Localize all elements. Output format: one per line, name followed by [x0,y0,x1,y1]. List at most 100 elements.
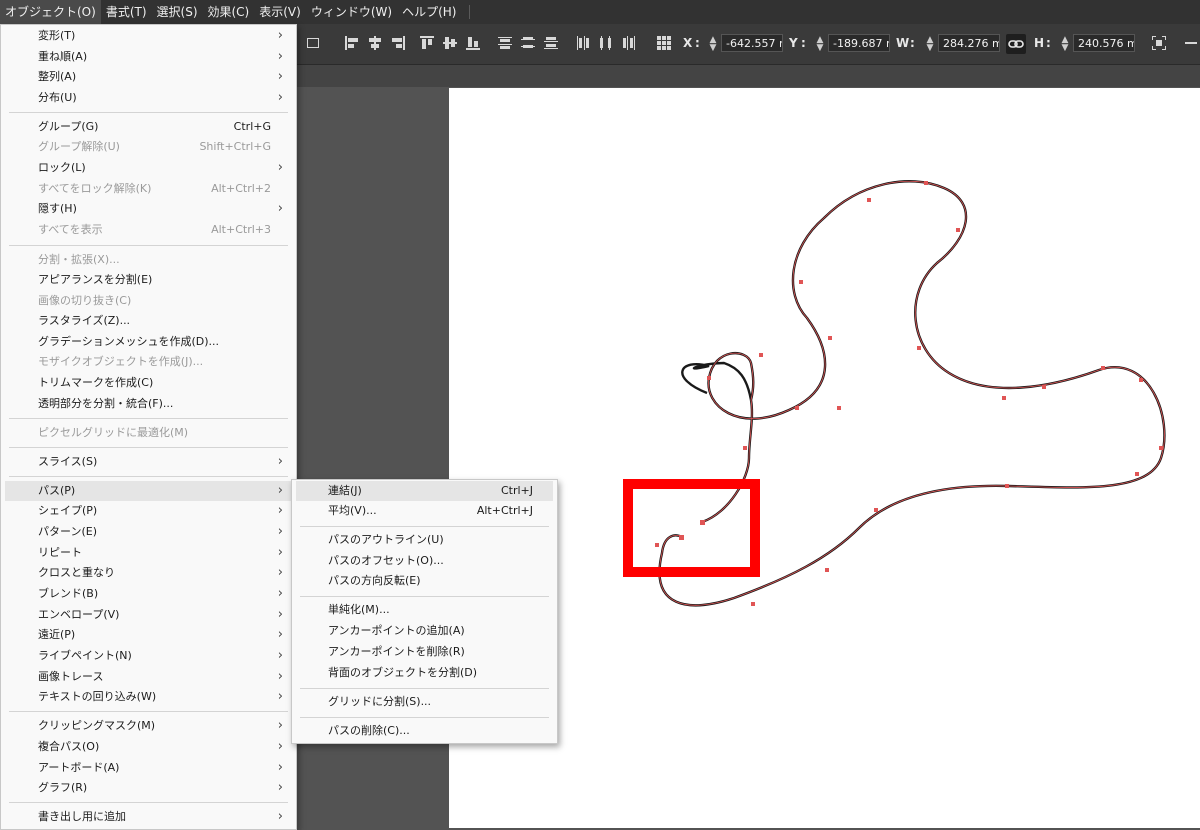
object-menu-item: すべてをロック解除(K) Alt+Ctrl+2 [5,179,292,199]
object-menu-item-label: アートボード(A) [38,761,120,774]
object-menu-item[interactable]: ロック(L) › [5,158,292,178]
path-submenu-item[interactable]: アンカーポイントを削除(R) [296,642,553,662]
path-submenu-item[interactable]: 連結(J) Ctrl+J [296,481,553,501]
object-menu-item[interactable]: ラスタライズ(Z)... [5,311,292,331]
object-menu-item[interactable]: 変形(T) › [5,26,292,46]
distribute-left-icon[interactable] [575,35,591,51]
object-menu: 変形(T) › 重ね順(A) › 整列(A) › 分布(U) › グループ(G) Ctrl+G グル… [0,24,297,830]
object-menu-item[interactable]: パス(P) › [5,481,292,501]
menu-separator [9,447,288,448]
object-menu-item[interactable]: 分布(U) › [5,88,292,108]
object-menu-item[interactable]: テキストの回り込み(W) › [5,687,292,707]
object-menu-item[interactable]: 遠近(P) › [5,625,292,645]
object-menu-item-label: ロック(L) [38,161,86,174]
distribute-horizontal-center-icon[interactable] [598,35,614,51]
chevron-right-icon: › [277,689,283,704]
menu-select[interactable]: 選択(S) [152,0,203,24]
path-submenu-item-label: 背面のオブジェクトを分割(D) [328,666,478,679]
align-top-icon[interactable] [419,35,435,51]
distribute-top-icon[interactable] [497,35,513,51]
object-menu-item-shortcut: Ctrl+G [233,120,271,133]
menu-view[interactable]: 表示(V) [254,0,306,24]
path-submenu-item[interactable]: 背面のオブジェクトを分割(D) [296,663,553,683]
menu-object[interactable]: オブジェクト(O) [0,0,101,24]
object-menu-item[interactable]: アピアランスを分割(E) [5,270,292,290]
object-menu-item[interactable]: 画像トレース › [5,667,292,687]
more-options-icon[interactable] [1183,35,1199,51]
y-field[interactable]: -189.687 r [828,34,890,52]
align-left-icon[interactable] [344,35,360,51]
object-menu-item-label: グラデーションメッシュを作成(D)... [38,335,219,348]
path-submenu-item-label: 連結(J) [328,484,362,497]
object-menu-item[interactable]: シェイプ(P) › [5,501,292,521]
transform-options-icon[interactable] [306,35,322,51]
w-stepper[interactable]: ▲ ▼ [925,36,935,53]
menu-help[interactable]: ヘルプ(H) [397,0,461,24]
menu-window[interactable]: ウィンドウ(W) [306,0,397,24]
x-stepper[interactable]: ▲ ▼ [708,36,718,53]
align-horizontal-center-icon[interactable] [367,35,383,51]
object-menu-item[interactable]: スライス(S) › [5,452,292,472]
chevron-right-icon: › [277,780,283,795]
path-submenu-item[interactable]: パスの削除(C)... [296,721,553,741]
path-submenu-item[interactable]: グリッドに分割(S)... [296,692,553,712]
object-menu-item[interactable]: クロスと重なり › [5,563,292,583]
open-path[interactable] [658,180,1166,607]
path-submenu-item-label: アンカーポイントの追加(A) [328,624,465,637]
align-bottom-icon[interactable] [465,35,481,51]
align-right-icon[interactable] [390,35,406,51]
h-stepper[interactable]: ▲ ▼ [1060,36,1070,53]
distribute-vertical-center-icon[interactable] [520,35,536,51]
distribute-bottom-icon[interactable] [543,35,559,51]
object-menu-item[interactable]: パターン(E) › [5,522,292,542]
object-menu-item[interactable]: 書き出し用に追加 › [5,807,292,827]
path-submenu-item-label: グリッドに分割(S)... [328,695,432,708]
object-menu-item-label: 隠す(H) [38,202,77,215]
object-menu-item[interactable]: アートボード(A) › [5,758,292,778]
path-submenu-item[interactable]: アンカーポイントの追加(A) [296,621,553,641]
menu-separator [9,418,288,419]
object-menu-item-label: 分割・拡張(X)... [38,253,120,266]
align-vertical-center-icon[interactable] [442,35,458,51]
object-menu-item[interactable]: 複合パス(O) › [5,737,292,757]
path-submenu-item[interactable]: パスの方向反転(E) [296,571,553,591]
path-submenu-item[interactable]: 単純化(M)... [296,600,553,620]
menu-separator [469,5,471,19]
object-menu-item[interactable]: グラフ(R) › [5,778,292,798]
object-menu-item[interactable]: 整列(A) › [5,67,292,87]
object-menu-item[interactable]: 隠す(H) › [5,199,292,219]
object-menu-item[interactable]: トリムマークを作成(C) [5,373,292,393]
object-menu-item[interactable]: リピート › [5,543,292,563]
chevron-right-icon: › [277,565,283,580]
x-field[interactable]: -642.557 r [721,34,783,52]
object-menu-item[interactable]: エンベロープ(V) › [5,605,292,625]
object-menu-item[interactable]: 重ね順(A) › [5,47,292,67]
object-menu-item-label: テキストの回り込み(W) [38,690,157,703]
reference-point-icon[interactable] [656,35,672,51]
y-stepper[interactable]: ▲ ▼ [815,36,825,53]
object-menu-item-label: 変形(T) [38,29,76,42]
object-menu-item[interactable]: ライブペイント(N) › [5,646,292,666]
object-menu-item: すべてを表示 Alt+Ctrl+3 [5,220,292,240]
object-menu-item[interactable]: グラデーションメッシュを作成(D)... [5,332,292,352]
object-menu-item[interactable]: ブレンド(B) › [5,584,292,604]
chevron-right-icon: › [277,545,283,560]
object-menu-item-label: トリムマークを作成(C) [38,376,154,389]
menu-effect[interactable]: 効果(C) [203,0,255,24]
object-menu-item[interactable]: グループ(G) Ctrl+G [5,117,292,137]
object-menu-item-shortcut: Alt+Ctrl+2 [211,182,271,195]
path-submenu-item[interactable]: 平均(V)... Alt+Ctrl+J [296,501,553,521]
path-submenu-item[interactable]: パスのオフセット(O)... [296,551,553,571]
path-submenu-item[interactable]: パスのアウトライン(U) [296,530,553,550]
menu-type[interactable]: 書式(T) [101,0,152,24]
object-menu-item[interactable]: クリッピングマスク(M) › [5,716,292,736]
path-submenu-item-label: パスの方向反転(E) [328,574,421,587]
distribute-right-icon[interactable] [621,35,637,51]
object-menu-item[interactable]: 透明部分を分割・統合(F)... [5,394,292,414]
constrain-proportions-button[interactable] [1006,34,1026,54]
w-field[interactable]: 284.276 m [938,34,1000,52]
artboard [449,88,1200,828]
transform-panel-icon[interactable] [1151,35,1167,51]
h-field[interactable]: 240.576 m [1073,34,1135,52]
chevron-right-icon: › [277,28,283,43]
